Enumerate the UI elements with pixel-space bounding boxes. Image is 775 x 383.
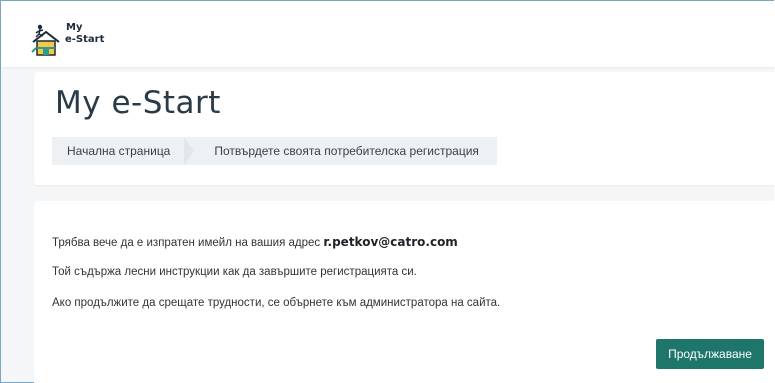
confirmation-message-card: Трябва вече да е изпратен имейл на вашия… <box>34 201 775 383</box>
site-logo[interactable]: My e-Start <box>28 22 110 58</box>
top-navbar: My e-Start <box>1 1 775 67</box>
page-header-card: My e-Start Начална страница Потвърдете с… <box>34 72 775 185</box>
house-with-runner-icon <box>31 24 60 56</box>
message-line-email: Трябва вече да е изпратен имейл на вашия… <box>52 235 458 249</box>
logo-text-start: e-Start <box>65 34 105 45</box>
logo-text-my: My <box>66 22 83 33</box>
breadcrumb-home-link[interactable]: Начална страница <box>52 137 185 165</box>
breadcrumb-current: Потвърдете своята потребителска регистра… <box>194 137 497 165</box>
breadcrumb: Начална страница Потвърдете своята потре… <box>52 137 497 165</box>
message-line-email-prefix: Трябва вече да е изпратен имейл на вашия… <box>52 237 324 249</box>
message-line-help: Ако продължите да срещате трудности, се … <box>52 297 501 309</box>
user-email: r.petkov@catro.com <box>323 235 458 249</box>
breadcrumb-separator <box>184 137 195 165</box>
page-title: My e-Start <box>55 85 221 121</box>
continue-button[interactable]: Продължаване <box>656 339 764 369</box>
message-line-instructions: Той съдържа лесни инструкции как да завъ… <box>52 266 417 278</box>
